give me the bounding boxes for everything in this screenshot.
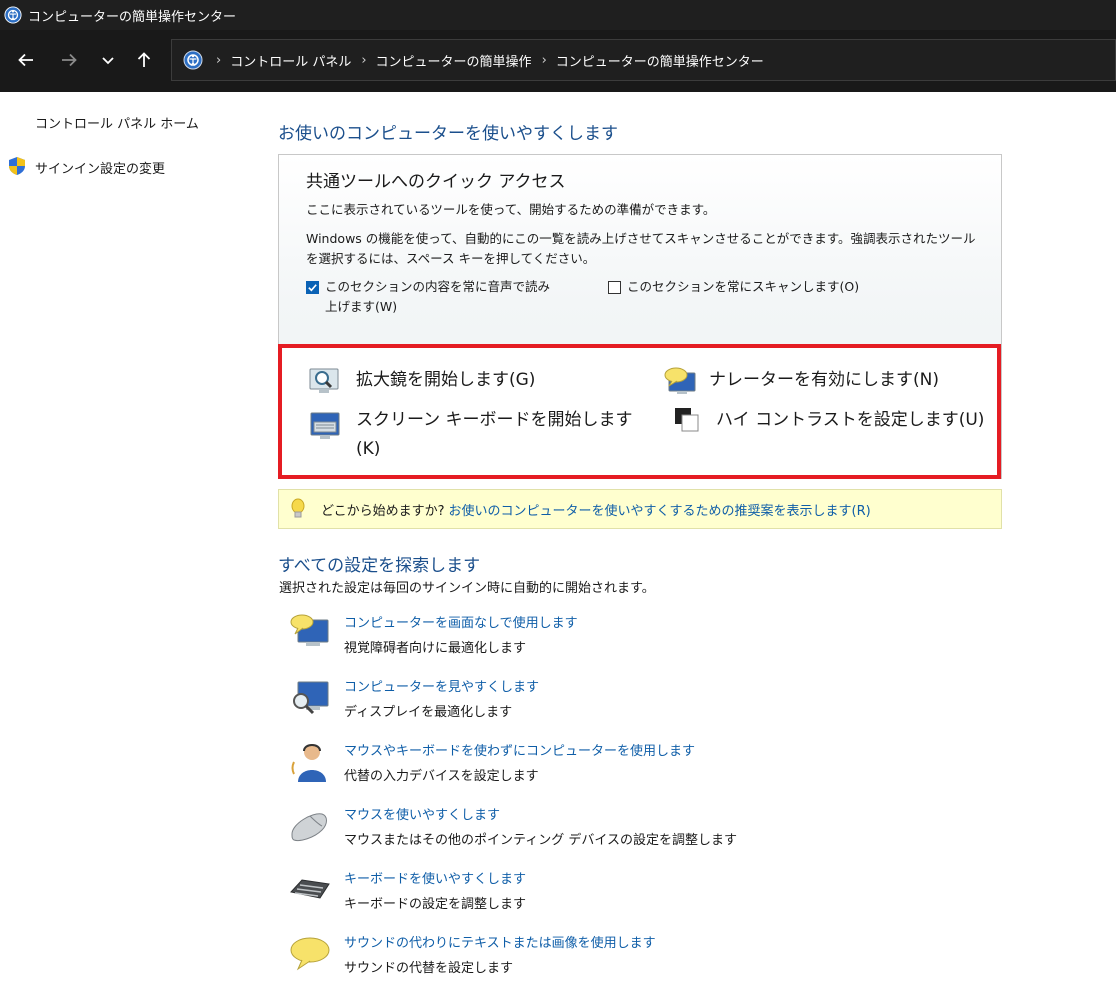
address-bar[interactable]: › コントロール パネル › コンピューターの簡単操作 › コンピューターの簡単… (171, 39, 1116, 81)
up-button[interactable] (129, 45, 159, 75)
setting-use-without-display[interactable]: コンピューターを画面なしで使用します 視覚障碍者向けに最適化します (288, 612, 788, 670)
setting-description: マウスまたはその他のポインティング デバイスの設定を調整します (344, 833, 737, 848)
setting-link[interactable]: サウンドの代わりにテキストまたは画像を使用します (344, 932, 656, 951)
setting-description: 代替の入力デバイスを設定します (344, 769, 539, 784)
breadcrumb-separator[interactable]: › (361, 53, 366, 68)
keyboard-icon (290, 879, 330, 899)
setting-description: 視覚障碍者向けに最適化します (344, 641, 527, 656)
quick-access-title: 共通ツールへのクイック アクセス (306, 172, 566, 192)
quick-access-instructions-line1: Windows の機能を使って、自動的にこの一覧を読み上げさせてスキャンさせるこ… (306, 231, 976, 246)
setting-without-mouse-keyboard[interactable]: マウスやキーボードを使わずにコンピューターを使用します 代替の入力デバイスを設定… (288, 740, 788, 798)
setting-make-keyboard-easier[interactable]: キーボードを使いやすくします キーボードの設定を調整します (288, 868, 788, 926)
recommendations-link[interactable]: お使いのコンピューターを使いやすくするための推奨案を表示します(R) (449, 500, 871, 519)
quick-access-instructions-line2: を選択するには、スペース キーを押してください。 (306, 251, 596, 266)
breadcrumb-ease-of-access[interactable]: コンピューターの簡単操作 (376, 51, 532, 70)
setting-text-instead-of-sound[interactable]: サウンドの代わりにテキストまたは画像を使用します サウンドの代替を設定します (288, 932, 788, 990)
up-arrow-icon (137, 52, 151, 67)
left-pane: コントロール パネル ホーム サインイン設定の変更 (0, 92, 260, 991)
setting-link[interactable]: マウスやキーボードを使わずにコンピューターを使用します (344, 740, 695, 759)
ease-of-access-icon (4, 6, 22, 24)
forward-button[interactable] (54, 45, 84, 75)
explore-heading: すべての設定を探索します (278, 556, 481, 576)
explore-subtitle: 選択された設定は毎回のサインイン時に自動的に開始されます。 (279, 581, 655, 596)
read-aloud-label-line2[interactable]: 上げます(W) (325, 297, 397, 317)
setting-make-mouse-easier[interactable]: マウスを使いやすくします マウスまたはその他のポインティング デバイスの設定を調… (288, 804, 788, 862)
sidebar-item-control-panel-home[interactable]: コントロール パネル ホーム (35, 113, 199, 132)
ease-of-access-icon (183, 50, 203, 70)
breadcrumb-separator[interactable]: › (542, 53, 547, 68)
mouse-icon (291, 813, 327, 841)
always-scan-checkbox[interactable] (608, 281, 621, 294)
chevron-down-icon (102, 57, 114, 65)
checkmark-icon (308, 284, 317, 292)
breadcrumb-ease-of-access-center[interactable]: コンピューターの簡単操作センター (556, 51, 764, 70)
page-heading: お使いのコンピューターを使いやすくします (278, 124, 618, 144)
sidebar-item-signin-settings[interactable]: サインイン設定の変更 (35, 158, 165, 177)
setting-description: ディスプレイを最適化します (344, 705, 513, 720)
setting-make-easier-to-see[interactable]: コンピューターを見やすくします ディスプレイを最適化します (288, 676, 788, 734)
headset-user-icon (291, 744, 326, 782)
setting-description: キーボードの設定を調整します (344, 897, 527, 912)
read-aloud-checkbox[interactable] (306, 281, 319, 294)
read-aloud-label-line1[interactable]: このセクションの内容を常に音声で読み (325, 277, 550, 297)
monitor-speech-icon (290, 614, 329, 646)
speech-bubble-icon (290, 937, 330, 971)
recommendation-tip: どこから始めますか? お使いのコンピューターを使いやすくするための推奨案を表示し… (278, 489, 1002, 529)
tip-question: どこから始めますか? (321, 503, 445, 519)
shield-icon (9, 157, 25, 175)
setting-link[interactable]: キーボードを使いやすくします (344, 868, 526, 887)
setting-link[interactable]: コンピューターを見やすくします (344, 676, 539, 695)
breadcrumb-separator: › (216, 52, 222, 68)
quick-access-description: ここに表示されているツールを使って、開始するための準備ができます。 (306, 202, 716, 217)
always-scan-label[interactable]: このセクションを常にスキャンします(O) (627, 277, 859, 297)
breadcrumb-control-panel[interactable]: コントロール パネル (230, 51, 351, 70)
highlight-frame (278, 344, 1001, 479)
recent-locations-button[interactable] (93, 45, 123, 75)
navigation-bar: › コントロール パネル › コンピューターの簡単操作 › コンピューターの簡単… (0, 30, 1116, 92)
lightbulb-icon (291, 498, 305, 518)
monitor-magnifier-icon (293, 681, 329, 715)
setting-link[interactable]: マウスを使いやすくします (344, 804, 500, 823)
title-bar: コンピューターの簡単操作センター (0, 0, 1116, 30)
back-button[interactable] (11, 45, 41, 75)
window-title: コンピューターの簡単操作センター (28, 9, 237, 25)
setting-link[interactable]: コンピューターを画面なしで使用します (344, 612, 578, 631)
setting-description: サウンドの代替を設定します (344, 961, 514, 976)
back-arrow-icon (18, 53, 33, 67)
forward-arrow-icon (62, 53, 77, 67)
